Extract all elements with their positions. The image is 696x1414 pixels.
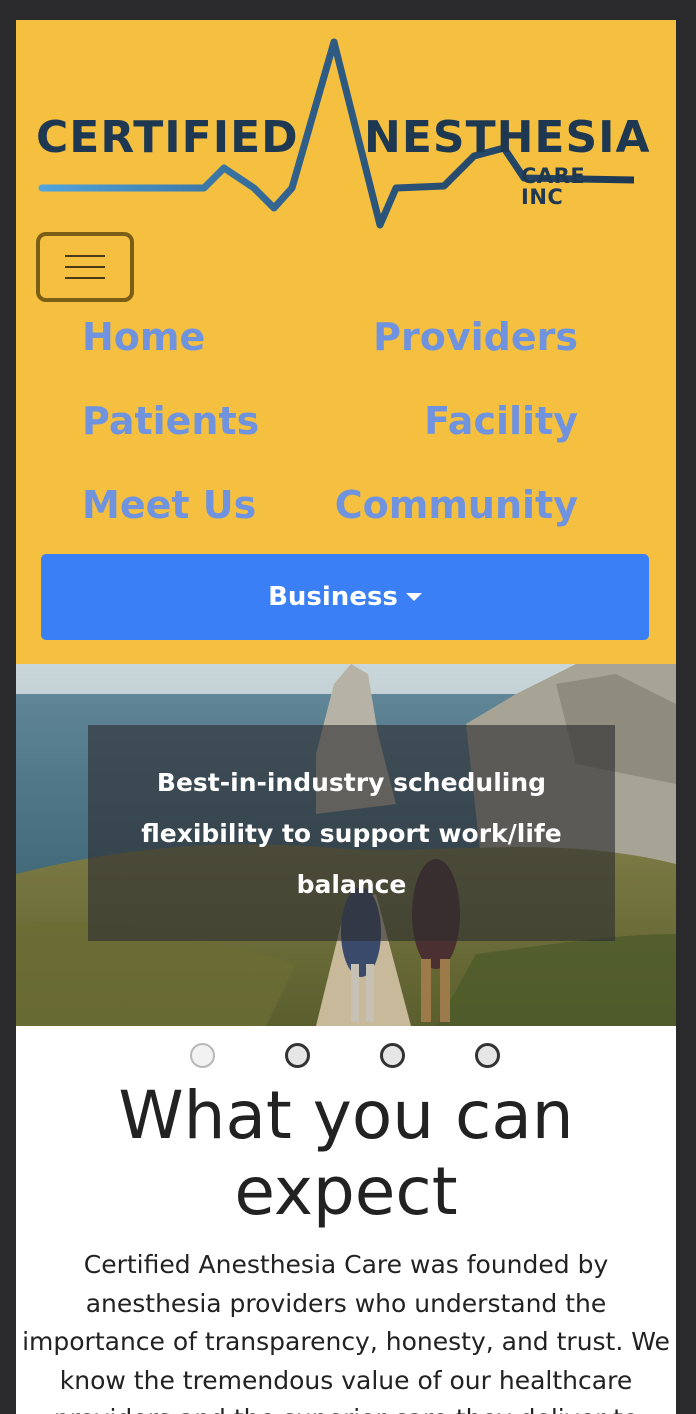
navbar-toggler-button[interactable] xyxy=(36,232,134,302)
carousel-indicators xyxy=(16,1041,676,1071)
carousel-indicator-3[interactable] xyxy=(380,1043,405,1068)
hamburger-icon-bar xyxy=(65,255,105,257)
hamburger-icon-bar xyxy=(65,277,105,279)
carousel-indicator-2[interactable] xyxy=(285,1043,310,1068)
business-dropdown-label: Business xyxy=(268,582,398,612)
nav-link-meet-us[interactable]: Meet Us xyxy=(82,486,256,524)
page: CERTIFIED A NESTHESIA CARE INC Home Prov… xyxy=(16,20,676,1414)
nav-link-facility[interactable]: Facility xyxy=(424,402,578,440)
carousel-indicator-4[interactable] xyxy=(475,1043,500,1068)
carousel-caption-text: Best-in-industry scheduling flexibility … xyxy=(141,767,562,899)
nav-link-patients[interactable]: Patients xyxy=(82,402,259,440)
company-logo[interactable]: CERTIFIED A NESTHESIA CARE INC xyxy=(34,38,650,230)
site-header: CERTIFIED A NESTHESIA CARE INC Home Prov… xyxy=(16,20,676,664)
section-heading: What you can expect xyxy=(118,1077,574,1230)
business-dropdown-button[interactable]: Business xyxy=(41,554,649,640)
caret-down-icon xyxy=(405,593,422,601)
section-paragraph: Certified Anesthesia Care was founded by… xyxy=(22,1250,670,1414)
nav-link-providers[interactable]: Providers xyxy=(373,318,578,356)
nav-link-community[interactable]: Community xyxy=(335,486,578,524)
carousel-caption: Best-in-industry scheduling flexibility … xyxy=(88,725,615,941)
hero-carousel[interactable]: Best-in-industry scheduling flexibility … xyxy=(16,664,676,1026)
logo-word-anesthesia: NESTHESIA xyxy=(364,112,651,163)
hamburger-icon-bar xyxy=(65,266,105,268)
carousel-indicator-1[interactable] xyxy=(190,1043,215,1068)
logo-word-certified: CERTIFIED xyxy=(36,112,299,163)
nav-link-home[interactable]: Home xyxy=(82,318,205,356)
logo-subtitle: CARE INC xyxy=(521,164,586,209)
